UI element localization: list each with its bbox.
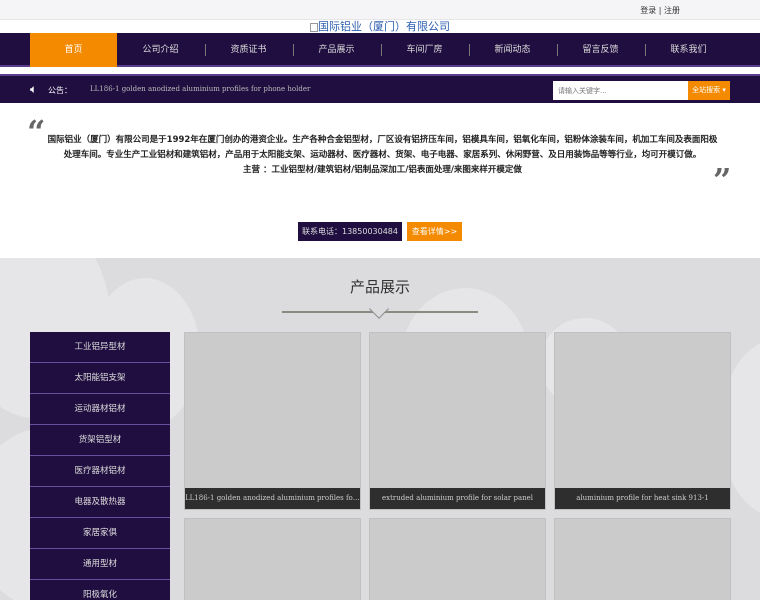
product-card[interactable] xyxy=(554,518,731,600)
product-caption[interactable]: extruded aluminium profile for solar pan… xyxy=(370,488,545,509)
product-card[interactable] xyxy=(369,518,546,600)
contact-phone: 联系电话：13850030484 xyxy=(298,222,402,241)
chevron-down-icon xyxy=(369,299,389,319)
main-nav: 首页 公司介绍 资质证书 产品展示 车间厂房 新闻动态 留言反馈 联系我们 xyxy=(0,33,760,67)
login-link[interactable]: 登录 xyxy=(640,6,656,15)
category-sidebar: 工业铝异型材 太阳能铝支架 运动器材铝材 货架铝型材 医疗器材铝材 电器及散热器… xyxy=(30,332,170,600)
nav-products[interactable]: 产品展示 xyxy=(293,33,380,67)
intro-text: 国际铝业（厦门）有限公司是于1992年在厦门创办的港资企业。生产各种合金铝型材，… xyxy=(47,135,718,160)
logo-alt-text: 国际铝业（厦门）有限公司 xyxy=(318,20,450,33)
category-item[interactable]: 家居家俱 xyxy=(30,518,170,549)
register-link[interactable]: 注册 xyxy=(664,6,680,15)
products-section: 产品展示 工业铝异型材 太阳能铝支架 运动器材铝材 货架铝型材 医疗器材铝材 电… xyxy=(0,258,760,600)
category-item[interactable]: 通用型材 xyxy=(30,549,170,580)
nav-home[interactable]: 首页 xyxy=(30,33,117,67)
product-card[interactable] xyxy=(184,518,361,600)
nav-certificates[interactable]: 资质证书 xyxy=(205,33,292,67)
category-item[interactable]: 阳极氧化 xyxy=(30,580,170,600)
view-details-button[interactable]: 查看详情>> xyxy=(407,222,462,241)
category-item[interactable]: 货架铝型材 xyxy=(30,425,170,456)
speaker-icon: 🔈︎ xyxy=(30,82,38,96)
notice-text[interactable]: LL186-1 golden anodized aluminium profil… xyxy=(90,85,310,93)
category-item[interactable]: 电器及散热器 xyxy=(30,487,170,518)
product-caption[interactable]: LL186-1 golden anodized aluminium profil… xyxy=(185,488,360,509)
intro-section: “ 国际铝业（厦门）有限公司是于1992年在厦门创办的港资企业。生产各种合金铝型… xyxy=(0,103,760,258)
nav-contact[interactable]: 联系我们 xyxy=(645,33,732,67)
product-caption[interactable]: aluminium profile for heat sink 913-1 xyxy=(555,488,730,509)
site-logo[interactable]: 国际铝业（厦门）有限公司 xyxy=(0,20,760,34)
product-card[interactable]: LL186-1 golden anodized aluminium profil… xyxy=(184,332,361,510)
close-quote-icon: ” xyxy=(713,161,732,199)
separator: | xyxy=(658,6,662,15)
top-bar: 登录 | 注册 xyxy=(0,0,760,20)
main-business: 主营 ：工业铝型材/建筑铝材/铝制品深加工/铝表面处理/来图来样开模定做 xyxy=(243,165,522,175)
open-quote-icon: “ xyxy=(27,113,46,151)
search-button[interactable]: 全站搜索 ▾ xyxy=(688,81,730,100)
category-item[interactable]: 工业铝异型材 xyxy=(30,332,170,363)
broken-image-icon xyxy=(310,22,318,32)
category-item[interactable]: 太阳能铝支架 xyxy=(30,363,170,394)
products-title: 产品展示 xyxy=(349,278,410,296)
nav-workshop[interactable]: 车间厂房 xyxy=(381,33,468,67)
notice-bar: 🔈︎ 公告： LL186-1 golden anodized aluminium… xyxy=(0,74,760,103)
nav-news[interactable]: 新闻动态 xyxy=(469,33,556,67)
nav-about[interactable]: 公司介绍 xyxy=(117,33,204,67)
nav-feedback[interactable]: 留言反馈 xyxy=(557,33,644,67)
search-input[interactable] xyxy=(553,81,688,100)
notice-label: 公告： xyxy=(48,86,72,95)
category-item[interactable]: 医疗器材铝材 xyxy=(30,456,170,487)
product-card[interactable]: extruded aluminium profile for solar pan… xyxy=(369,332,546,510)
category-item[interactable]: 运动器材铝材 xyxy=(30,394,170,425)
product-card[interactable]: aluminium profile for heat sink 913-1 xyxy=(554,332,731,510)
